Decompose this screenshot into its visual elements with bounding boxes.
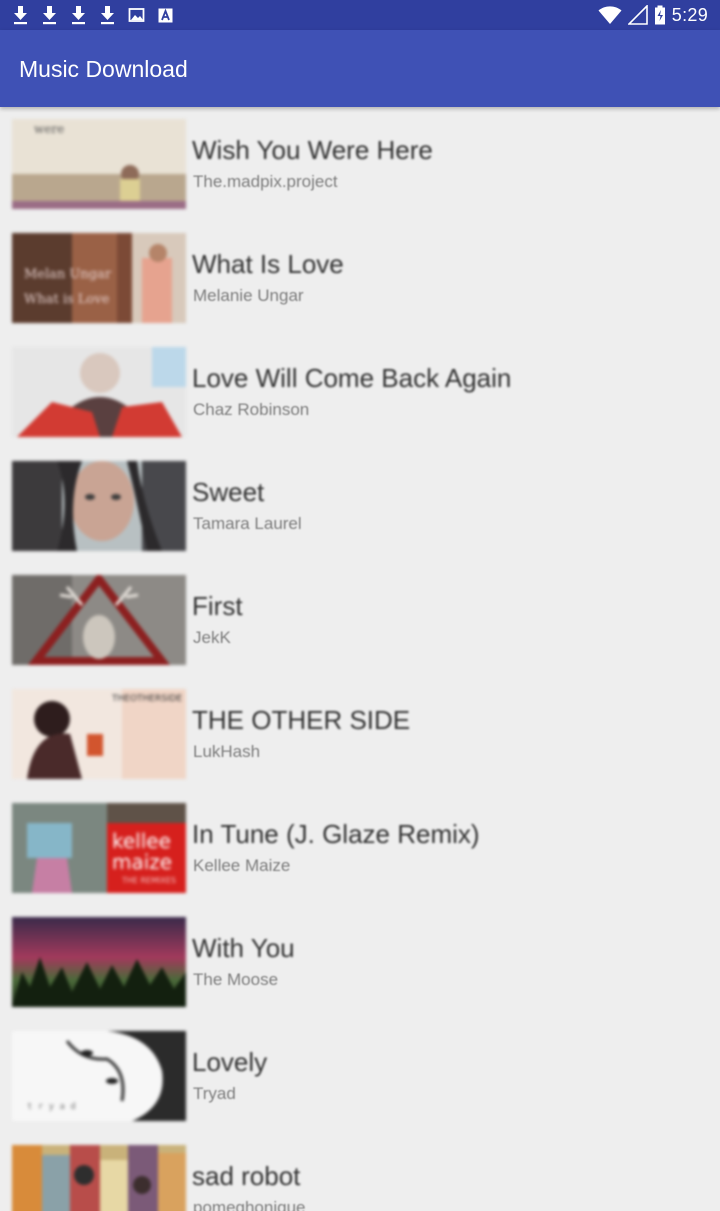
song-list[interactable]: were Wish You Were Here The.madpix.proje… [0, 107, 720, 1211]
signal-icon [627, 5, 648, 25]
system-icons: 5:29 [598, 3, 708, 27]
download-icon [72, 6, 85, 25]
song-list-item[interactable]: THEOTHERSIDE THE OTHER SIDE LukHash [0, 677, 720, 791]
album-art-thumbnail [12, 461, 186, 551]
album-art-thumbnail: Melan Ungar What is Love [12, 233, 186, 323]
song-title: Wish You Were Here [192, 135, 433, 165]
song-title: In Tune (J. Glaze Remix) [192, 819, 480, 849]
song-title: THE OTHER SIDE [192, 705, 411, 735]
song-title: First [192, 591, 243, 621]
song-title: Love Will Come Back Again [192, 363, 512, 393]
svg-text:maize: maize [112, 850, 172, 874]
song-artist: pomeghonique [193, 1198, 306, 1211]
song-title: What Is Love [192, 249, 344, 279]
status-bar: 5:29 [0, 0, 720, 30]
song-list-item[interactable]: With You The Moose [0, 905, 720, 1019]
album-art-thumbnail: kellee maize THE REMIXES [12, 803, 186, 893]
song-list-item[interactable]: Melan Ungar What is Love What Is Love Me… [0, 221, 720, 335]
svg-text:What is Love: What is Love [24, 292, 110, 307]
album-art-thumbnail [12, 347, 186, 437]
song-artist: Melanie Ungar [193, 286, 304, 305]
album-art-thumbnail [12, 575, 186, 665]
album-art-thumbnail [12, 917, 186, 1007]
app-bar: Music Download [0, 30, 720, 107]
song-list-item[interactable]: were Wish You Were Here The.madpix.proje… [0, 107, 720, 221]
song-artist: Kellee Maize [193, 856, 291, 875]
album-art-thumbnail: t r y a d [12, 1031, 186, 1121]
song-list-item[interactable]: sad robot pomeghonique [0, 1133, 720, 1211]
wifi-icon [598, 6, 622, 24]
song-list-item[interactable]: t r y a d Lovely Tryad [0, 1019, 720, 1133]
notification-icons [12, 5, 174, 25]
album-art-thumbnail [12, 1145, 186, 1211]
song-artist: JekK [193, 628, 231, 647]
song-artist: The.madpix.project [193, 172, 338, 191]
download-icon [43, 6, 56, 25]
album-art-thumbnail: were [12, 119, 186, 209]
song-list-item[interactable]: First JekK [0, 563, 720, 677]
song-title: Sweet [192, 477, 265, 507]
font-icon [158, 8, 173, 23]
svg-text:THE REMIXES: THE REMIXES [121, 876, 176, 885]
battery-charging-icon [654, 5, 665, 25]
song-list-item[interactable]: Love Will Come Back Again Chaz Robinson [0, 335, 720, 449]
song-list-item[interactable]: kellee maize THE REMIXES In Tune (J. Gla… [0, 791, 720, 905]
song-artist: Tryad [193, 1084, 236, 1103]
download-icon [101, 6, 114, 25]
song-artist: Tamara Laurel [193, 514, 302, 533]
song-title: Lovely [192, 1047, 268, 1077]
song-artist: The Moose [193, 970, 279, 989]
svg-text:t r y a d: t r y a d [27, 1102, 76, 1112]
app-title: Music Download [19, 56, 188, 82]
album-art-thumbnail: THEOTHERSIDE [12, 689, 186, 779]
svg-text:were: were [34, 122, 64, 136]
song-title: With You [192, 933, 295, 963]
song-title: sad robot [192, 1161, 301, 1191]
song-artist: Chaz Robinson [193, 400, 310, 419]
song-artist: LukHash [193, 742, 261, 761]
svg-text:Melan Ungar: Melan Ungar [24, 267, 112, 282]
download-icon [14, 6, 27, 25]
clock: 5:29 [671, 5, 708, 25]
svg-text:THEOTHERSIDE: THEOTHERSIDE [111, 694, 183, 704]
song-list-item[interactable]: Sweet Tamara Laurel [0, 449, 720, 563]
image-icon [128, 8, 145, 22]
